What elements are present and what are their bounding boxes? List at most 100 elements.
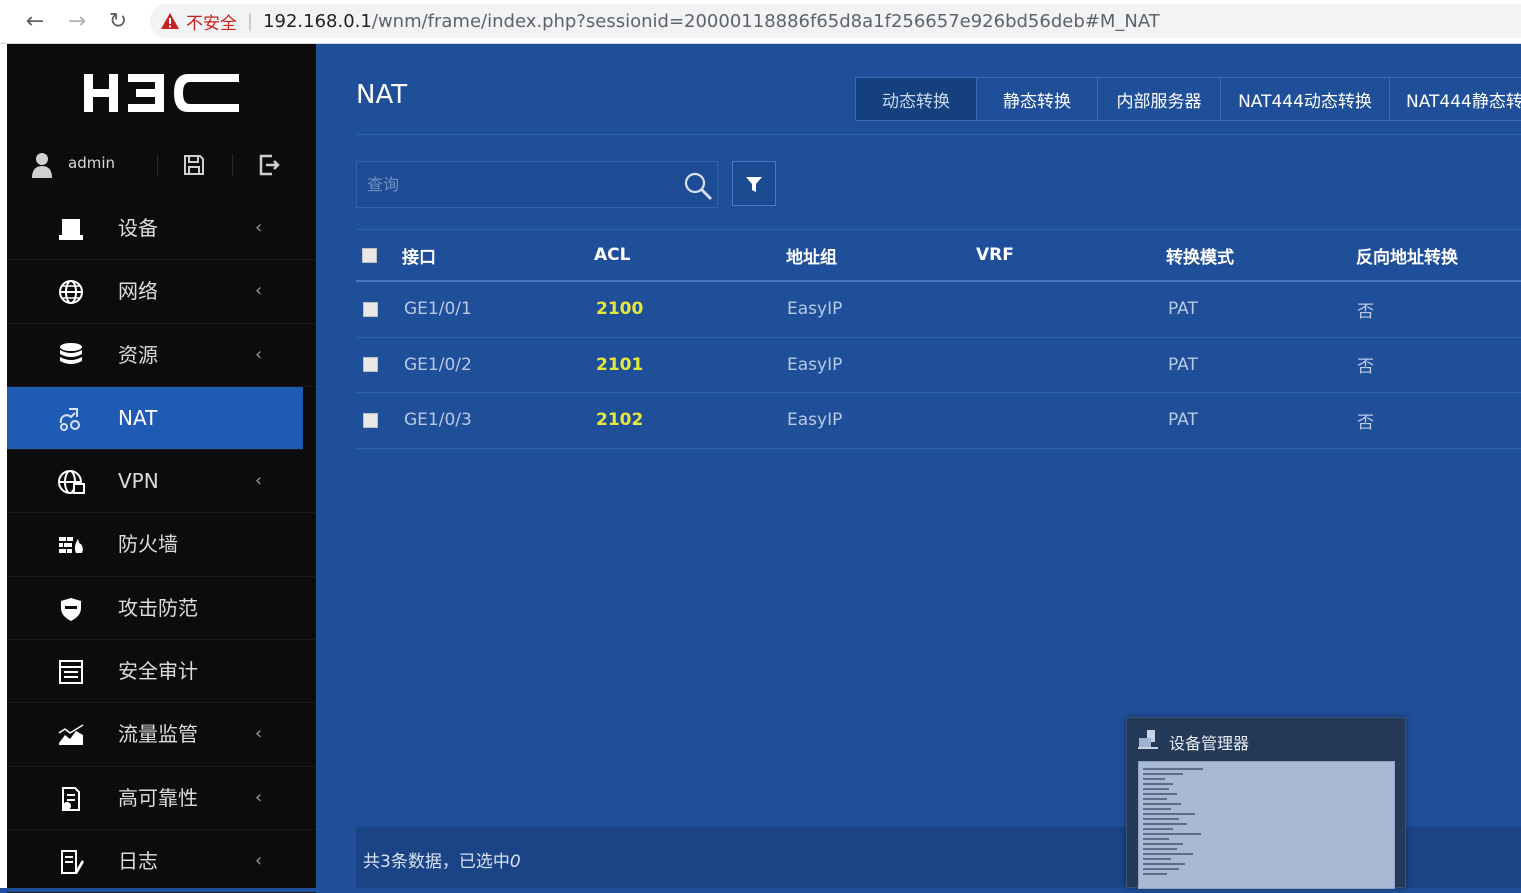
row-checkbox[interactable] <box>363 301 378 317</box>
chevron-left-icon: ‹ <box>255 470 263 492</box>
cell-interface: GE1/0/2 <box>404 354 472 375</box>
insecure-label[interactable]: 不安全 <box>186 9 237 34</box>
cell-mode: PAT <box>1168 299 1198 320</box>
vpn-globe-icon <box>58 470 85 495</box>
database-icon <box>60 342 82 364</box>
tab-static-translation[interactable]: 静态转换 <box>976 77 1097 121</box>
sidebar-item-label: 网络 <box>118 279 158 304</box>
search-icon[interactable] <box>683 171 713 201</box>
cell-acl-link[interactable]: 2101 <box>596 338 643 393</box>
row-select-cell <box>363 338 378 393</box>
chevron-left-icon: ‹ <box>255 723 263 745</box>
sidebar-item-label: 流量监管 <box>118 722 198 747</box>
sidebar-item-label: 设备 <box>118 216 158 240</box>
sidebar-item-label: 资源 <box>118 342 158 367</box>
reload-icon[interactable]: ↻ <box>103 6 133 36</box>
log-icon <box>61 849 84 874</box>
tab-bar: 动态转换 静态转换 内部服务器 NAT444动态转换 NAT444静态转 <box>855 77 1521 121</box>
browser-toolbar: ← → ↻ 不安全 | 192.168.0.1 /wnm/frame/index… <box>0 0 1521 44</box>
window-edge <box>0 44 7 888</box>
column-header-vrf[interactable]: VRF <box>976 230 1014 280</box>
tab-dynamic-translation[interactable]: 动态转换 <box>855 77 976 121</box>
chevron-left-icon: ‹ <box>255 343 263 365</box>
sidebar-item-log[interactable]: 日志 ‹ <box>7 830 316 893</box>
sidebar-item-network[interactable]: 网络 ‹ <box>7 260 316 324</box>
back-arrow-icon[interactable]: ← <box>20 6 50 36</box>
reliability-icon <box>62 786 80 811</box>
sidebar-item-traffic[interactable]: 流量监管 ‹ <box>7 703 316 767</box>
summary-text: 共3条数据，已选中 <box>363 852 510 872</box>
row-checkbox[interactable] <box>363 357 378 373</box>
filter-button[interactable] <box>732 161 776 206</box>
search-input[interactable] <box>357 162 677 207</box>
tab-internal-server[interactable]: 内部服务器 <box>1097 77 1220 121</box>
url-path: /wnm/frame/index.php?sessionid=200001188… <box>371 10 1160 32</box>
table-row[interactable]: GE1/0/3 2102 EasyIP PAT 否 <box>356 393 1521 449</box>
column-header-address-group[interactable]: 地址组 <box>786 230 837 280</box>
sidebar-item-label: 安全审计 <box>118 659 198 684</box>
address-bar[interactable]: 不安全 | 192.168.0.1 /wnm/frame/index.php?s… <box>150 4 1521 38</box>
cell-acl-link[interactable]: 2100 <box>596 282 643 337</box>
sidebar-item-vpn[interactable]: VPN ‹ <box>7 450 316 514</box>
traffic-chart-icon <box>58 724 84 746</box>
chevron-left-icon: ‹ <box>255 217 263 238</box>
column-header-mode[interactable]: 转换模式 <box>1166 230 1234 280</box>
cell-mode: PAT <box>1168 410 1198 431</box>
sidebar-menu: 设备 ‹ 网络 ‹ 资源 ‹ NAT VPN ‹ 防火墙 攻击防范 安全审计 流… <box>7 197 316 893</box>
taskbar-preview-device-manager[interactable]: 设备管理器 <box>1126 717 1406 889</box>
logout-icon[interactable] <box>257 153 281 177</box>
thumbnail-content <box>1143 768 1203 878</box>
sidebar: admin 设备 ‹ 网络 ‹ 资源 ‹ NAT VPN ‹ 防火墙 攻击防范 … <box>7 44 316 893</box>
shield-icon <box>61 597 81 621</box>
cell-acl-link[interactable]: 2102 <box>596 393 643 448</box>
divider <box>232 154 233 176</box>
cell-reverse: 否 <box>1357 301 1374 322</box>
sidebar-item-nat[interactable]: NAT <box>7 386 303 451</box>
url-host: 192.168.0.1 <box>263 10 372 32</box>
divider <box>356 134 1521 135</box>
sidebar-item-attack-defense[interactable]: 攻击防范 <box>7 577 316 641</box>
search-box <box>356 161 718 208</box>
url-separator: | <box>247 10 254 32</box>
save-icon[interactable] <box>182 153 206 177</box>
globe-icon <box>59 280 83 305</box>
selected-count: 0 <box>509 852 521 872</box>
user-icon <box>32 153 52 178</box>
column-header-reverse[interactable]: 反向地址转换 <box>1356 230 1458 280</box>
sidebar-item-label: 高可靠性 <box>118 785 198 810</box>
sidebar-item-device[interactable]: 设备 ‹ <box>7 197 316 261</box>
select-all-checkbox[interactable] <box>362 247 377 263</box>
chevron-left-icon: ‹ <box>255 849 263 871</box>
sidebar-item-label: VPN <box>118 469 159 494</box>
forward-arrow-icon[interactable]: → <box>62 6 92 36</box>
table-row[interactable]: GE1/0/1 2100 EasyIP PAT 否 <box>356 282 1521 338</box>
row-checkbox[interactable] <box>363 412 378 428</box>
column-header-acl[interactable]: ACL <box>594 230 630 280</box>
preview-thumbnail <box>1138 761 1395 889</box>
cell-interface: GE1/0/1 <box>404 299 472 320</box>
sidebar-item-firewall[interactable]: 防火墙 <box>7 513 316 577</box>
sidebar-item-resources[interactable]: 资源 ‹ <box>7 324 316 387</box>
column-header-interface[interactable]: 接口 <box>402 230 436 280</box>
tab-nat444-dynamic[interactable]: NAT444动态转换 <box>1220 77 1389 121</box>
preview-title: 设备管理器 <box>1169 734 1250 753</box>
tab-nat444-static[interactable]: NAT444静态转 <box>1389 77 1521 121</box>
table-row[interactable]: GE1/0/2 2101 EasyIP PAT 否 <box>356 338 1521 393</box>
divider <box>157 154 158 176</box>
sidebar-item-label: 日志 <box>118 848 158 873</box>
cell-address-group: EasyIP <box>787 299 843 320</box>
cell-reverse: 否 <box>1357 412 1374 433</box>
row-select-cell <box>363 393 378 448</box>
sidebar-item-label: NAT <box>118 405 158 430</box>
chevron-left-icon: ‹ <box>255 786 263 808</box>
nat-link-icon <box>59 407 80 431</box>
cell-reverse: 否 <box>1357 357 1374 378</box>
sidebar-item-security-audit[interactable]: 安全审计 <box>7 640 316 704</box>
device-manager-icon <box>1138 730 1158 749</box>
nat-table: 接口 ACL 地址组 VRF 转换模式 反向地址转换 GE1/0/1 2100 … <box>356 229 1521 449</box>
cell-mode: PAT <box>1168 354 1198 375</box>
row-select-cell <box>363 282 378 337</box>
table-header: 接口 ACL 地址组 VRF 转换模式 反向地址转换 <box>356 230 1521 282</box>
sidebar-item-high-reliability[interactable]: 高可靠性 ‹ <box>7 767 316 830</box>
record-summary: 共3条数据，已选中0 <box>363 847 521 872</box>
